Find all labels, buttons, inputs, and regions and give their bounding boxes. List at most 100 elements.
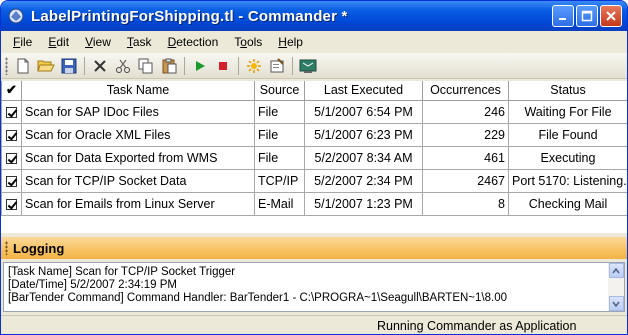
logging-scrollbar[interactable] bbox=[608, 263, 624, 311]
start-button[interactable] bbox=[189, 55, 211, 77]
menu-view-label: iew bbox=[92, 35, 111, 49]
table-row[interactable]: Scan for Oracle XML Files File 5/1/2007 … bbox=[1, 122, 627, 147]
source-cell: E-Mail bbox=[254, 191, 305, 216]
menu-help[interactable]: Help bbox=[270, 35, 311, 49]
title-bar[interactable]: LabelPrintingForShipping.tl - Commander … bbox=[1, 1, 627, 31]
menu-help-label: elp bbox=[286, 35, 303, 49]
app-window: LabelPrintingForShipping.tl - Commander … bbox=[0, 0, 628, 335]
copy-button[interactable] bbox=[135, 55, 157, 77]
logging-output[interactable]: [Task Name] Scan for TCP/IP Socket Trigg… bbox=[3, 262, 625, 312]
column-header-enabled-label: ✔ bbox=[6, 82, 17, 98]
task-enabled-checkbox[interactable] bbox=[6, 106, 17, 118]
menu-file[interactable]: File bbox=[5, 35, 40, 49]
menu-view[interactable]: View bbox=[77, 35, 119, 49]
menu-task[interactable]: Task bbox=[119, 35, 160, 49]
occurrences-cell: 461 bbox=[422, 145, 509, 170]
save-icon bbox=[61, 58, 77, 73]
logging-panel-title: Logging bbox=[13, 240, 65, 256]
task-enabled-checkbox[interactable] bbox=[6, 152, 17, 164]
task-enabled-cell bbox=[1, 122, 22, 147]
cut-icon bbox=[116, 59, 130, 73]
column-header-status[interactable]: Status bbox=[508, 81, 627, 101]
log-line: [BarTender Command] Command Handler: Bar… bbox=[8, 292, 507, 304]
source-cell: File bbox=[254, 145, 305, 170]
status-cell: File Found bbox=[508, 122, 627, 147]
chevron-down-icon bbox=[612, 301, 620, 307]
table-row[interactable]: Scan for Data Exported from WMS File 5/2… bbox=[1, 145, 627, 170]
status-cell: Executing bbox=[508, 145, 627, 170]
detection-button[interactable] bbox=[243, 55, 265, 77]
delete-button[interactable] bbox=[89, 55, 111, 77]
task-name-cell: Scan for Oracle XML Files bbox=[21, 122, 255, 147]
source-cell: File bbox=[254, 122, 305, 147]
toolbar-separator bbox=[84, 56, 85, 75]
source-cell: TCP/IP bbox=[254, 168, 305, 193]
minimize-icon bbox=[559, 18, 566, 20]
log-line: [Task Name] Scan for TCP/IP Socket Trigg… bbox=[8, 266, 236, 278]
save-button[interactable] bbox=[58, 55, 80, 77]
task-table-container: ✔ Task Name Source Last Executed Occurre… bbox=[1, 81, 627, 233]
column-header-occurrences[interactable]: Occurrences bbox=[422, 81, 509, 101]
table-row[interactable]: Scan for TCP/IP Socket Data TCP/IP 5/2/2… bbox=[1, 168, 627, 193]
status-text: Running Commander as Application bbox=[377, 318, 577, 333]
occurrences-cell: 229 bbox=[422, 122, 509, 147]
toolbar-separator bbox=[238, 56, 239, 75]
menu-bar: File Edit View Task Detection Tools Help bbox=[1, 31, 627, 53]
last-executed-cell: 5/1/2007 6:54 PM bbox=[304, 99, 423, 124]
menu-file-label: ile bbox=[20, 35, 33, 49]
close-button[interactable] bbox=[600, 5, 622, 27]
menu-tools-accel: o bbox=[240, 35, 247, 49]
commander-app-icon bbox=[7, 7, 25, 25]
column-header-source[interactable]: Source bbox=[254, 81, 305, 101]
paste-icon bbox=[162, 58, 177, 73]
table-row[interactable]: Scan for Emails from Linux Server E-Mail… bbox=[1, 191, 627, 216]
options-icon bbox=[299, 59, 317, 73]
task-enabled-cell bbox=[1, 99, 22, 124]
options-button[interactable] bbox=[297, 55, 319, 77]
task-enabled-checkbox[interactable] bbox=[6, 198, 17, 210]
copy-icon bbox=[138, 58, 153, 73]
task-enabled-checkbox[interactable] bbox=[6, 175, 17, 187]
last-executed-cell: 5/1/2007 6:23 PM bbox=[304, 122, 423, 147]
menu-tools[interactable]: Tools bbox=[226, 35, 270, 49]
last-executed-cell: 5/1/2007 1:23 PM bbox=[304, 191, 423, 216]
new-button[interactable] bbox=[12, 55, 34, 77]
stop-icon bbox=[219, 61, 227, 70]
scroll-down-button[interactable] bbox=[608, 296, 624, 311]
scroll-up-button[interactable] bbox=[608, 263, 624, 278]
table-header-row: ✔ Task Name Source Last Executed Occurre… bbox=[1, 81, 627, 101]
menu-edit[interactable]: Edit bbox=[40, 35, 77, 49]
log-line: [Date/Time] 5/2/2007 2:34:19 PM bbox=[8, 279, 177, 291]
open-button[interactable] bbox=[35, 55, 57, 77]
task-name-cell: Scan for SAP IDoc Files bbox=[21, 99, 255, 124]
table-row[interactable]: Scan for SAP IDoc Files File 5/1/2007 6:… bbox=[1, 99, 627, 124]
column-header-last-executed[interactable]: Last Executed bbox=[304, 81, 423, 101]
menu-view-accel: V bbox=[85, 35, 93, 49]
properties-button[interactable] bbox=[266, 55, 288, 77]
maximize-button[interactable] bbox=[576, 5, 598, 27]
column-header-enabled[interactable]: ✔ bbox=[1, 81, 22, 101]
occurrences-cell: 246 bbox=[422, 99, 509, 124]
status-cell: Waiting For File bbox=[508, 99, 627, 124]
task-enabled-checkbox[interactable] bbox=[6, 129, 17, 141]
logging-panel-grip[interactable] bbox=[5, 241, 8, 255]
column-header-task-name[interactable]: Task Name bbox=[21, 81, 255, 101]
menu-detection[interactable]: Detection bbox=[160, 35, 227, 49]
cut-button[interactable] bbox=[112, 55, 134, 77]
last-executed-cell: 5/2/2007 2:34 PM bbox=[304, 168, 423, 193]
occurrences-cell: 8 bbox=[422, 191, 509, 216]
detection-icon bbox=[247, 58, 261, 73]
properties-icon bbox=[270, 57, 284, 72]
menu-detection-accel: D bbox=[167, 35, 177, 49]
paste-button[interactable] bbox=[158, 55, 180, 77]
menu-task-label: ask bbox=[132, 35, 152, 49]
logging-panel-header[interactable]: Logging bbox=[1, 237, 627, 259]
chevron-up-icon bbox=[612, 267, 620, 273]
stop-button[interactable] bbox=[212, 55, 234, 77]
toolbar-grip[interactable] bbox=[5, 56, 8, 75]
occurrences-cell: 2467 bbox=[422, 168, 509, 193]
minimize-button[interactable] bbox=[552, 5, 574, 27]
menu-detection-label: etection bbox=[176, 35, 219, 49]
window-controls bbox=[552, 5, 622, 27]
task-enabled-cell bbox=[1, 145, 22, 170]
